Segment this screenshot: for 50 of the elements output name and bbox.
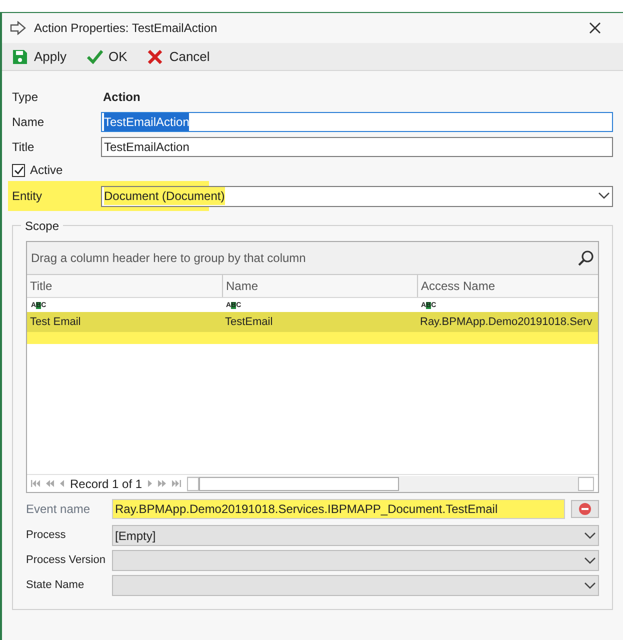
close-button[interactable] xyxy=(587,20,603,36)
group-panel-hint: Drag a column header here to group by that column xyxy=(31,250,306,267)
grid-row[interactable]: Test Email TestEmail Ray.BPMApp.Demo20191018.Serv xyxy=(27,312,598,344)
dropdown-field[interactable]: [Empty] xyxy=(112,525,599,546)
column-header[interactable]: Title xyxy=(27,275,222,297)
field-label: Process Version xyxy=(26,553,106,568)
chevron-down-icon xyxy=(584,532,596,540)
next-record-icon[interactable] xyxy=(148,480,152,487)
field-label: Name xyxy=(12,114,46,130)
type-value: Action xyxy=(103,89,140,106)
table-cell: Ray.BPMApp.Demo20191018.Serv xyxy=(417,312,598,332)
field-label: Event name xyxy=(26,501,92,518)
field-label: Process xyxy=(26,528,67,544)
cross-icon xyxy=(147,48,164,64)
chevron-down-icon xyxy=(598,192,610,200)
save-button[interactable]: Apply xyxy=(10,46,69,68)
remove-icon xyxy=(578,502,592,516)
search-icon[interactable] xyxy=(578,250,594,266)
horizontal-scrollbar[interactable] xyxy=(187,476,594,492)
text-field[interactable]: TestEmailAction xyxy=(101,136,613,156)
window-title: Action Properties: TestEmailAction xyxy=(34,20,218,37)
table-cell: Test Email xyxy=(27,312,222,332)
event-name-field[interactable]: Ray.BPMApp.Demo20191018.Services.IBPMAPP_Document.TestEmail xyxy=(112,499,565,519)
column-header[interactable]: Name xyxy=(222,275,417,297)
close-icon xyxy=(589,22,601,34)
cancel-button[interactable]: Cancel xyxy=(145,46,212,68)
field-label: Type xyxy=(12,89,40,106)
dropdown-field[interactable] xyxy=(112,550,599,571)
first-record-icon[interactable] xyxy=(31,480,40,487)
previous-page-icon[interactable] xyxy=(46,480,54,487)
field-label: Title xyxy=(12,138,36,156)
dropdown-field[interactable] xyxy=(112,575,599,596)
record-counter: Record 1 of 1 xyxy=(70,476,142,492)
active-checkbox[interactable] xyxy=(12,164,25,176)
entity-dropdown[interactable]: Document (Document) xyxy=(101,186,613,206)
ok-button[interactable]: OK xyxy=(84,46,130,68)
chevron-down-icon xyxy=(584,556,596,564)
check-icon xyxy=(86,50,103,64)
table-cell: TestEmail xyxy=(222,312,417,332)
next-page-icon[interactable] xyxy=(158,480,166,487)
last-record-icon[interactable] xyxy=(172,480,182,487)
previous-record-icon[interactable] xyxy=(60,480,64,487)
checkbox-label: Active xyxy=(30,162,63,179)
field-label: Entity xyxy=(12,188,44,205)
field-label: State Name xyxy=(26,578,86,594)
arrow-right-icon xyxy=(10,21,26,35)
chevron-down-icon xyxy=(584,582,596,590)
text-field[interactable]: TestEmailAction xyxy=(101,112,613,132)
column-header[interactable]: Access Name xyxy=(417,275,598,297)
clear-button[interactable] xyxy=(571,500,599,518)
